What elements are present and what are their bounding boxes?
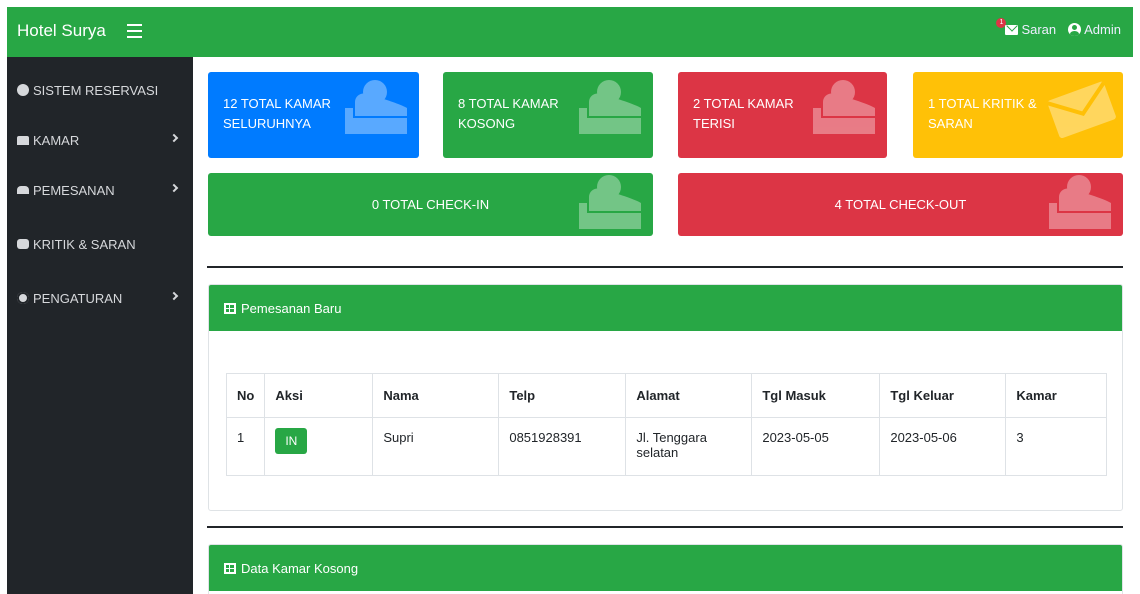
sidebar-item-label: KAMAR (33, 132, 80, 148)
card-filled-rooms-text: 2 TOTAL KAMAR TERISI (693, 96, 794, 131)
card-feedback-text: 1 TOTAL KRITIK & SARAN (928, 96, 1037, 131)
bed-icon (17, 135, 29, 145)
hamburger-menu-icon[interactable] (127, 24, 142, 38)
bed-icon (579, 175, 641, 229)
card-total-rooms-text: 12 TOTAL KAMAR SELURUHNYA (223, 96, 331, 131)
cell-no: 1 (225, 417, 266, 476)
panel-new-orders: Pemesanan Baru No Aksi Nama Telp Alamat … (208, 284, 1123, 511)
column-header-tgl-masuk: Tgl Masuk (751, 373, 881, 418)
panel-new-orders-header: Pemesanan Baru (209, 285, 1122, 331)
brand-title[interactable]: Hotel Surya (17, 21, 106, 41)
sidebar: SISTEM RESERVASI KAMAR PEMESANAN KRITIK … (7, 57, 193, 594)
admin-link[interactable]: Admin (1068, 22, 1121, 37)
column-header-no: No (225, 373, 266, 418)
bed-icon (579, 80, 641, 134)
panel-new-orders-title: Pemesanan Baru (241, 300, 342, 316)
section-divider (207, 526, 1123, 528)
section-divider (207, 266, 1123, 268)
card-empty-rooms[interactable]: 8 TOTAL KAMAR KOSONG (443, 72, 653, 158)
table-row: 1 IN Supri 0851928391 Jl. Tenggara selat… (225, 417, 1107, 476)
card-total-rooms[interactable]: 12 TOTAL KAMAR SELURUHNYA (208, 72, 419, 158)
new-orders-table: No Aksi Nama Telp Alamat Tgl Masuk Tgl K… (225, 373, 1107, 476)
column-header-alamat: Alamat (625, 373, 753, 418)
sidebar-item-label: PENGATURAN (33, 290, 123, 306)
envelope-icon (1046, 81, 1116, 138)
user-circle-icon (1068, 23, 1082, 36)
top-navbar: Hotel Surya 1 Saran Admin (7, 7, 1133, 57)
envelope-icon (1005, 24, 1019, 35)
panel-empty-rooms-title: Data Kamar Kosong (241, 560, 359, 576)
card-checkin[interactable]: 0 TOTAL CHECK-IN (208, 173, 653, 236)
table-icon (224, 302, 236, 314)
chevron-right-icon (169, 291, 179, 301)
app-frame: Hotel Surya 1 Saran Admin SISTEM RESERVA… (7, 7, 1133, 594)
saran-label: Saran (1021, 22, 1057, 37)
cell-telp: 0851928391 (498, 417, 627, 476)
navbar-right: 1 Saran Admin (996, 18, 1121, 37)
bed-icon (1049, 175, 1111, 229)
column-header-kamar: Kamar (1005, 373, 1107, 418)
tachometer-icon (17, 84, 29, 96)
cell-tgl-keluar: 2023-05-06 (879, 417, 1007, 476)
sidebar-item-pengaturan[interactable]: PENGATURAN (7, 283, 193, 313)
cell-aksi: IN (264, 417, 374, 476)
column-header-aksi: Aksi (264, 373, 374, 418)
card-feedback[interactable]: 1 TOTAL KRITIK & SARAN (913, 72, 1123, 158)
panel-empty-rooms: Data Kamar Kosong (208, 544, 1123, 594)
chevron-right-icon (169, 133, 179, 143)
card-checkout[interactable]: 4 TOTAL CHECK-OUT (678, 173, 1123, 236)
gear-icon (17, 292, 29, 304)
cell-alamat: Jl. Tenggara selatan (625, 417, 753, 476)
cell-nama: Supri (372, 417, 500, 476)
column-header-telp: Telp (498, 373, 627, 418)
comment-icon (17, 239, 29, 249)
card-filled-rooms[interactable]: 2 TOTAL KAMAR TERISI (678, 72, 887, 158)
column-header-nama: Nama (372, 373, 500, 418)
sidebar-item-kamar[interactable]: KAMAR (7, 125, 193, 155)
sidebar-item-label: KRITIK & SARAN (33, 236, 136, 252)
cell-tgl-masuk: 2023-05-05 (751, 417, 881, 476)
sidebar-item-label: SISTEM RESERVASI (33, 82, 159, 98)
panel-empty-rooms-header: Data Kamar Kosong (209, 545, 1122, 591)
table-icon (224, 562, 236, 574)
cell-kamar: 3 (1005, 417, 1107, 476)
saran-link[interactable]: 1 Saran (996, 18, 1057, 37)
sidebar-item-kritik-saran[interactable]: KRITIK & SARAN (7, 229, 193, 259)
bed-icon (813, 80, 875, 134)
sidebar-item-sistem-reservasi[interactable]: SISTEM RESERVASI (7, 75, 193, 105)
users-icon (17, 186, 29, 194)
table-header-row: No Aksi Nama Telp Alamat Tgl Masuk Tgl K… (225, 373, 1107, 418)
chevron-right-icon (169, 183, 179, 193)
checkin-button[interactable]: IN (275, 428, 308, 454)
bed-icon (345, 80, 407, 134)
column-header-tgl-keluar: Tgl Keluar (879, 373, 1007, 418)
sidebar-item-label: PEMESANAN (33, 182, 115, 198)
admin-label: Admin (1084, 22, 1121, 37)
sidebar-item-pemesanan[interactable]: PEMESANAN (7, 175, 193, 205)
card-empty-rooms-text: 8 TOTAL KAMAR KOSONG (458, 96, 559, 131)
